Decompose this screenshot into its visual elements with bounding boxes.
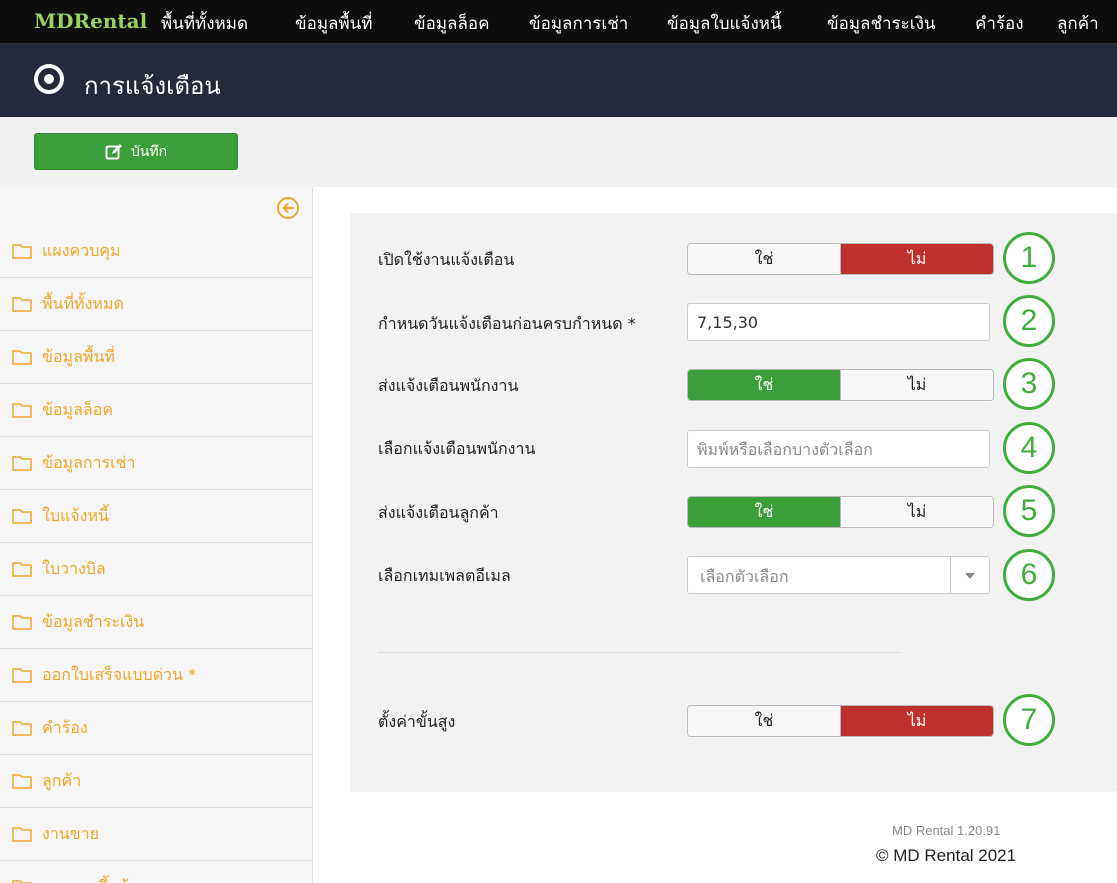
step-badge-3: 3 <box>1003 358 1055 410</box>
footer-version: MD Rental 1.20.91 <box>892 823 1001 838</box>
sidebar-item-label: ข้อมูลการเช่า <box>42 452 136 472</box>
select-staff-input[interactable] <box>687 430 990 468</box>
days-before-label: กำหนดวันแจ้งเตือนก่อนครบกำหนด * <box>378 314 636 333</box>
nav-item-rental-info[interactable]: ข้อมูลการเช่า <box>529 10 628 37</box>
sidebar-item-label: งานขาย <box>42 823 100 843</box>
nav-item-lock-info[interactable]: ข้อมูลล็อค <box>414 10 489 37</box>
sidebar-item-label: ข้อมูลล็อค <box>42 399 114 419</box>
sidebar-item-reports[interactable]: รายงานขึ้นต้น <box>0 861 312 883</box>
brand-logo[interactable]: MDRental <box>34 9 147 33</box>
advanced-no-option[interactable]: ไม่ <box>840 706 993 736</box>
sidebar-item-requests[interactable]: คำร้อง <box>0 702 312 755</box>
nav-item-invoice-info[interactable]: ข้อมูลใบแจ้งหนี้ <box>667 10 782 37</box>
nav-item-payment-info[interactable]: ข้อมูลชำระเงิน <box>827 10 936 37</box>
top-navbar: MDRental พื้นที่ทั้งหมด ข้อมูลพื้นที่ ข้… <box>0 0 1117 44</box>
folder-icon <box>12 297 32 312</box>
folder-icon <box>12 827 32 842</box>
notify-customer-yes-option[interactable]: ใช่ <box>688 497 840 527</box>
sidebar-item-invoices[interactable]: ใบแจ้งหนี้ <box>0 490 312 543</box>
nav-item-all-areas[interactable]: พื้นที่ทั้งหมด <box>161 10 248 37</box>
step-badge-2: 2 <box>1003 295 1055 347</box>
days-before-input[interactable] <box>687 303 990 341</box>
notify-staff-label: ส่งแจ้งเตือนพนักงาน <box>378 376 519 395</box>
step-badge-4: 4 <box>1003 422 1055 474</box>
sidebar-item-billing-notes[interactable]: ใบวางบิล <box>0 543 312 596</box>
caret-down-icon <box>965 573 975 579</box>
sidebar-item-payment-info[interactable]: ข้อมูลชำระเงิน <box>0 596 312 649</box>
sidebar-item-label: แผงควบคุม <box>42 240 121 260</box>
folder-icon <box>12 562 32 577</box>
notify-customer-no-option[interactable]: ไม่ <box>840 497 993 527</box>
sidebar-item-label: คำร้อง <box>42 717 88 737</box>
folder-icon <box>12 615 32 630</box>
sidebar-item-label: ลูกค้า <box>42 770 82 790</box>
email-template-placeholder: เลือกตัวเลือก <box>700 567 789 586</box>
folder-icon <box>12 668 32 683</box>
sidebar: แผงควบคุม พื้นที่ทั้งหมด ข้อมูลพื้นที่ ข… <box>0 187 313 883</box>
folder-icon <box>12 403 32 418</box>
sidebar-item-label: ข้อมูลพื้นที่ <box>42 346 115 366</box>
sidebar-item-sales[interactable]: งานขาย <box>0 808 312 861</box>
notify-staff-no-option[interactable]: ไม่ <box>840 370 993 400</box>
advanced-label: ตั้งค่าขั้นสูง <box>378 712 456 731</box>
folder-icon <box>12 774 32 789</box>
sidebar-item-quick-receipt[interactable]: ออกใบเสร็จแบบด่วน * <box>0 649 312 702</box>
sidebar-item-area-info[interactable]: ข้อมูลพื้นที่ <box>0 331 312 384</box>
dot-circle-icon <box>34 64 64 94</box>
enable-notify-yes-option[interactable]: ใช่ <box>688 244 840 274</box>
nav-item-requests[interactable]: คำร้อง <box>975 10 1024 37</box>
folder-icon <box>12 721 32 736</box>
folder-icon <box>12 456 32 471</box>
sidebar-item-all-areas[interactable]: พื้นที่ทั้งหมด <box>0 278 312 331</box>
footer-copyright: © MD Rental 2021 <box>876 846 1017 865</box>
save-button[interactable]: บันทึก <box>34 133 238 170</box>
sidebar-item-label: พื้นที่ทั้งหมด <box>42 293 124 313</box>
email-template-select[interactable]: เลือกตัวเลือก <box>687 556 990 594</box>
select-staff-label: เลือกแจ้งเตือนพนักงาน <box>378 439 536 458</box>
page-title: การแจ้งเตือน <box>84 72 221 100</box>
sidebar-item-label: ใบวางบิล <box>42 558 106 578</box>
sidebar-item-label: ข้อมูลชำระเงิน <box>42 611 145 631</box>
save-button-label: บันทึก <box>130 143 168 160</box>
enable-notify-toggle: ใช่ ไม่ <box>687 243 994 275</box>
notify-staff-yes-option[interactable]: ใช่ <box>688 370 840 400</box>
folder-icon <box>12 244 32 259</box>
enable-notify-label: เปิดใช้งานแจ้งเตือน <box>378 250 515 269</box>
sidebar-item-label: ใบแจ้งหนี้ <box>42 505 109 525</box>
edit-icon <box>105 143 122 159</box>
sidebar-item-lock-info[interactable]: ข้อมูลล็อค <box>0 384 312 437</box>
folder-icon <box>12 350 32 365</box>
sidebar-item-rental-info[interactable]: ข้อมูลการเช่า <box>0 437 312 490</box>
sidebar-item-label: ออกใบเสร็จแบบด่วน * <box>42 664 197 684</box>
advanced-toggle: ใช่ ไม่ <box>687 705 994 737</box>
step-badge-1: 1 <box>1003 232 1055 284</box>
folder-icon <box>12 880 32 883</box>
step-badge-7: 7 <box>1003 694 1055 746</box>
folder-icon <box>12 509 32 524</box>
step-badge-6: 6 <box>1003 549 1055 601</box>
sidebar-item-dashboard[interactable]: แผงควบคุม <box>0 225 312 278</box>
advanced-yes-option[interactable]: ใช่ <box>688 706 840 736</box>
email-template-label: เลือกเทมเพลตอีเมล <box>378 566 511 585</box>
notify-customer-toggle: ใช่ ไม่ <box>687 496 994 528</box>
sidebar-item-customers[interactable]: ลูกค้า <box>0 755 312 808</box>
step-badge-5: 5 <box>1003 485 1055 537</box>
sidebar-item-label: รายงานขึ้นต้น <box>42 875 140 883</box>
section-divider <box>378 652 900 653</box>
select-divider <box>950 557 951 593</box>
nav-item-area-info[interactable]: ข้อมูลพื้นที่ <box>295 10 373 37</box>
enable-notify-no-option[interactable]: ไม่ <box>840 244 993 274</box>
arrow-circle-left-icon[interactable] <box>276 196 300 220</box>
notify-customer-label: ส่งแจ้งเตือนลูกค้า <box>378 503 499 522</box>
notify-staff-toggle: ใช่ ไม่ <box>687 369 994 401</box>
nav-item-customers[interactable]: ลูกค้า <box>1057 10 1099 37</box>
